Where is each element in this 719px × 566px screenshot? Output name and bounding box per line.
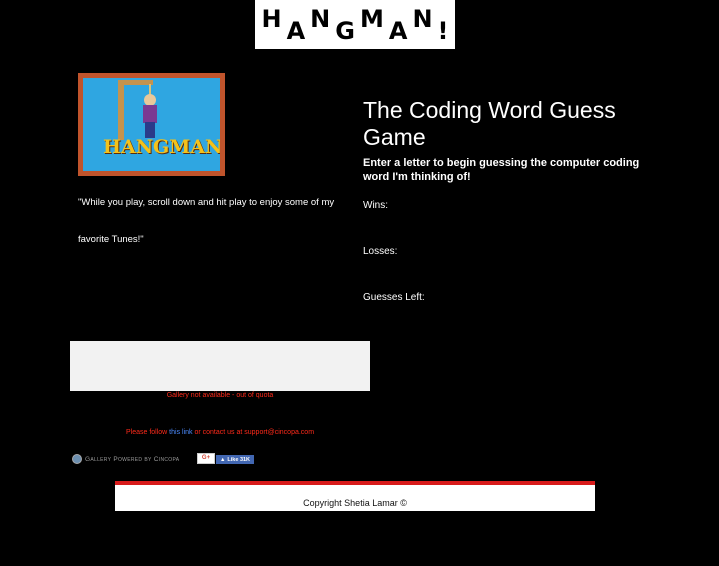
wins-label: Wins:: [363, 200, 388, 211]
gallery-placeholder: [70, 341, 370, 391]
google-plus-button[interactable]: G+: [197, 453, 215, 464]
logo-letter: A: [388, 16, 408, 45]
powered-by-text: Gallery Powered by Cincopa: [85, 455, 180, 463]
figure-body: [143, 105, 157, 123]
powered-by-cincopa[interactable]: Gallery Powered by Cincopa: [72, 454, 179, 464]
logo-letters: H A N G M A N !: [262, 5, 449, 45]
cincopa-icon: [72, 454, 82, 464]
logo-letter: H: [261, 4, 282, 33]
hangman-image-title: HANGMAN: [103, 136, 220, 158]
game-title: The Coding Word Guess Game: [363, 97, 616, 150]
hangman-logo: H A N G M A N !: [255, 0, 455, 49]
hangman-image: HANGMAN: [78, 73, 225, 176]
logo-letter: A: [286, 16, 306, 45]
facebook-like-button[interactable]: ▲ Like 31K: [216, 455, 254, 464]
gallery-follow-message: Please follow this link or contact us at…: [70, 429, 370, 436]
follow-link[interactable]: this link: [169, 429, 192, 436]
game-instructions: Enter a letter to begin guessing the com…: [363, 157, 640, 183]
logo-letter: N: [412, 4, 433, 33]
copyright-text: Copyright Shetia Lamar ©: [303, 498, 407, 508]
logo-letter: M: [359, 4, 384, 33]
hangman-image-scene: HANGMAN: [83, 78, 220, 171]
gallery-error-message: Gallery not available - out of quota: [166, 392, 274, 399]
logo-letter: !: [437, 16, 449, 45]
logo-letter: N: [310, 4, 331, 33]
guesses-left-label: Guesses Left:: [363, 292, 425, 303]
footer: Copyright Shetia Lamar ©: [115, 481, 595, 511]
music-quote: "While you play, scroll down and hit pla…: [78, 197, 335, 245]
facebook-like-label: Like 31K: [227, 456, 251, 463]
follow-suffix: or contact us at support@cincopa.com: [194, 429, 315, 436]
follow-prefix: Please follow: [125, 429, 168, 436]
thumbs-up-icon: ▲: [219, 456, 226, 463]
gallows-pole: [118, 80, 124, 140]
losses-label: Losses:: [363, 246, 398, 257]
logo-letter: G: [335, 16, 355, 45]
